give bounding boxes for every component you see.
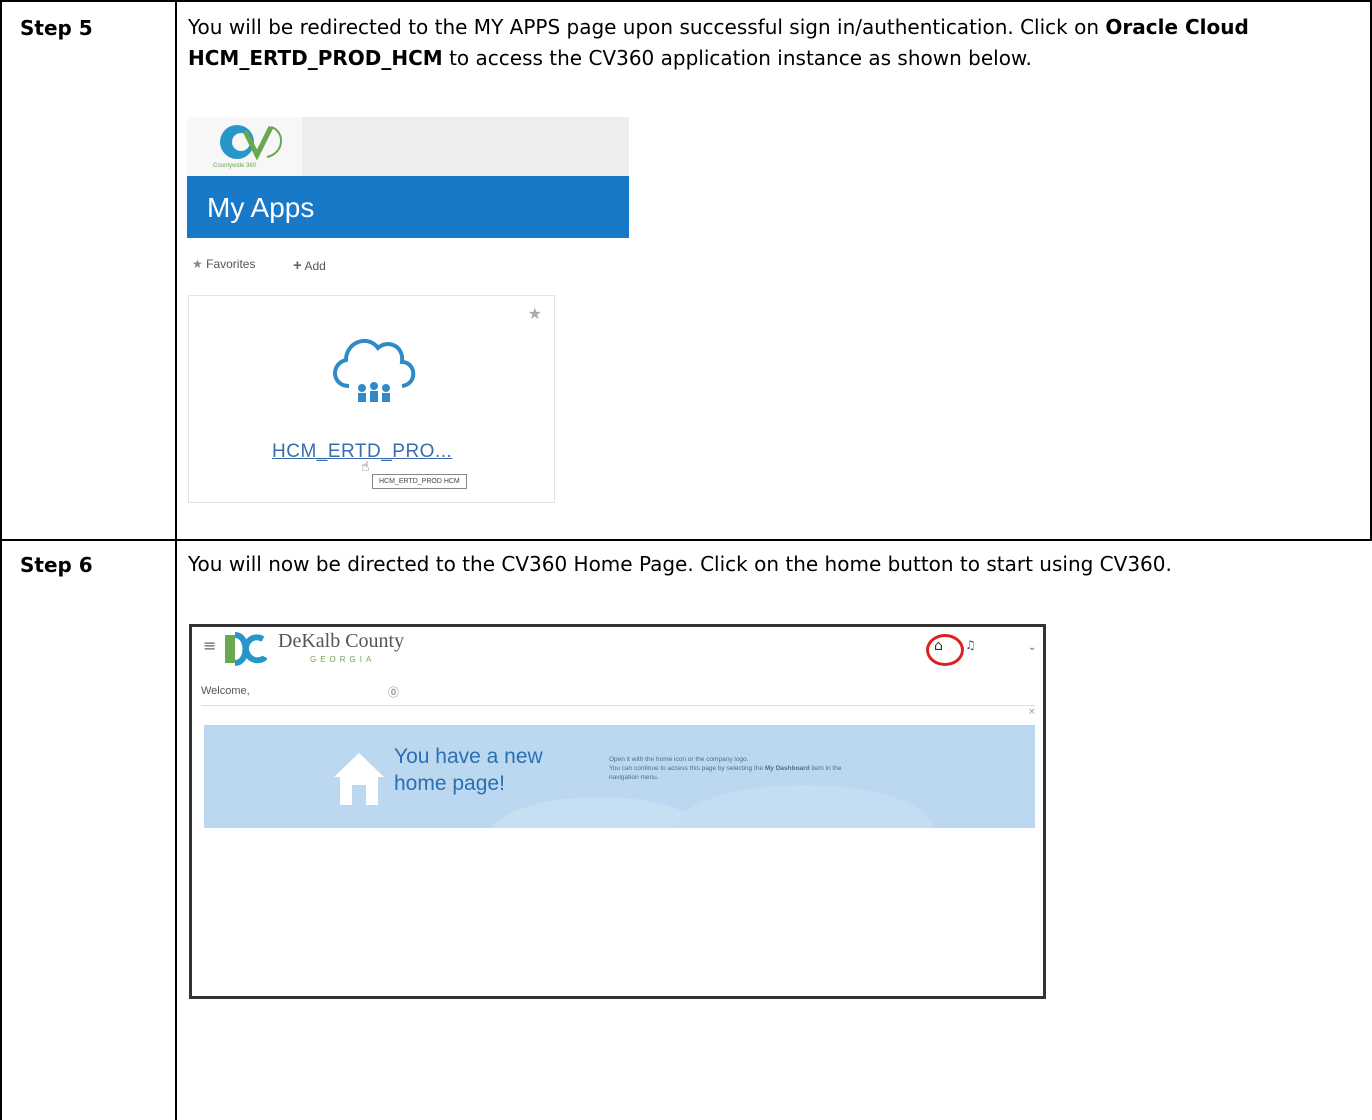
column-divider bbox=[175, 0, 177, 1120]
header-divider bbox=[201, 705, 1035, 706]
my-apps-toolbar: ★ Favorites + Add bbox=[187, 255, 629, 277]
table-left-border bbox=[0, 0, 2, 1120]
banner-text-line2: You can continue to access this page by … bbox=[609, 764, 869, 782]
my-apps-header: My Apps bbox=[187, 176, 629, 238]
step-5-text-before: You will be redirected to the MY APPS pa… bbox=[188, 15, 1100, 39]
close-icon[interactable]: × bbox=[1028, 707, 1036, 717]
step-6-instructions: You will now be directed to the CV360 Ho… bbox=[188, 552, 1172, 576]
step-5-instructions: You will be redirected to the MY APPS pa… bbox=[188, 12, 1348, 74]
help-icon[interactable]: ⓪ bbox=[388, 684, 399, 700]
app-tooltip: HCM_ERTD_PROD HCM bbox=[372, 474, 467, 489]
menu-icon[interactable]: ≡ bbox=[203, 636, 216, 655]
banner-text-bold: My Dashboard bbox=[764, 765, 810, 772]
cursor-icon: ☝ bbox=[361, 459, 370, 475]
step-5-label: Step 5 bbox=[20, 16, 93, 40]
step-5-text-after: to access the CV360 application instance… bbox=[449, 46, 1032, 70]
brand-name: DeKalb County bbox=[278, 630, 405, 652]
plus-icon: + bbox=[293, 257, 302, 274]
favorites-button[interactable]: ★ Favorites bbox=[192, 257, 255, 271]
banner-title: You have a new home page! bbox=[394, 743, 543, 797]
banner-description: Open it with the home icon or the compan… bbox=[609, 755, 869, 782]
cloud-people-icon bbox=[333, 338, 416, 402]
add-button[interactable]: + Add bbox=[293, 257, 326, 274]
app-tile-hcm[interactable]: ★ HCM_ERTD_PRO... ☝ HCM_ERTD_PROD HCM bbox=[188, 295, 555, 503]
my-apps-title: My Apps bbox=[207, 192, 315, 223]
cloud-decoration bbox=[674, 785, 934, 828]
welcome-text: Welcome, bbox=[201, 685, 250, 697]
banner-title-line2: home page! bbox=[394, 772, 505, 795]
chevron-down-icon[interactable]: ⌄ bbox=[1028, 642, 1036, 653]
step-6-label: Step 6 bbox=[20, 553, 93, 577]
banner-text-line1: Open it with the home icon or the compan… bbox=[609, 756, 749, 763]
table-top-border bbox=[0, 0, 1372, 2]
banner-text-line2-part: You can continue to access this page by … bbox=[609, 765, 764, 772]
star-icon: ★ bbox=[192, 257, 203, 271]
row-divider bbox=[0, 539, 1372, 541]
highlight-ring bbox=[926, 634, 964, 666]
cv-logo: Countywide 360 bbox=[187, 117, 302, 176]
house-icon bbox=[334, 753, 384, 805]
favorite-star-icon[interactable]: ★ bbox=[528, 304, 542, 323]
logo-subtext: Countywide 360 bbox=[213, 163, 257, 169]
my-apps-screenshot: Countywide 360 My Apps ★ Favorites + Add… bbox=[187, 117, 629, 507]
favorites-label: Favorites bbox=[206, 257, 256, 271]
add-label: Add bbox=[304, 259, 326, 273]
new-home-page-banner: You have a new home page! Open it with t… bbox=[204, 725, 1035, 828]
bell-icon[interactable]: ♫ bbox=[965, 638, 976, 652]
banner-title-line1: You have a new bbox=[394, 745, 543, 768]
brand-subtext: GEORGIA bbox=[310, 655, 376, 664]
home-icon[interactable]: ⌂ bbox=[934, 638, 943, 654]
dekalb-logo-icon[interactable] bbox=[223, 631, 267, 667]
cv360-home-screenshot: ≡ DeKalb County GEORGIA ⌂ ♫ ⌄ Welcome, ⓪… bbox=[189, 624, 1046, 999]
instruction-table: Step 5 You will be redirected to the MY … bbox=[0, 0, 1372, 1120]
